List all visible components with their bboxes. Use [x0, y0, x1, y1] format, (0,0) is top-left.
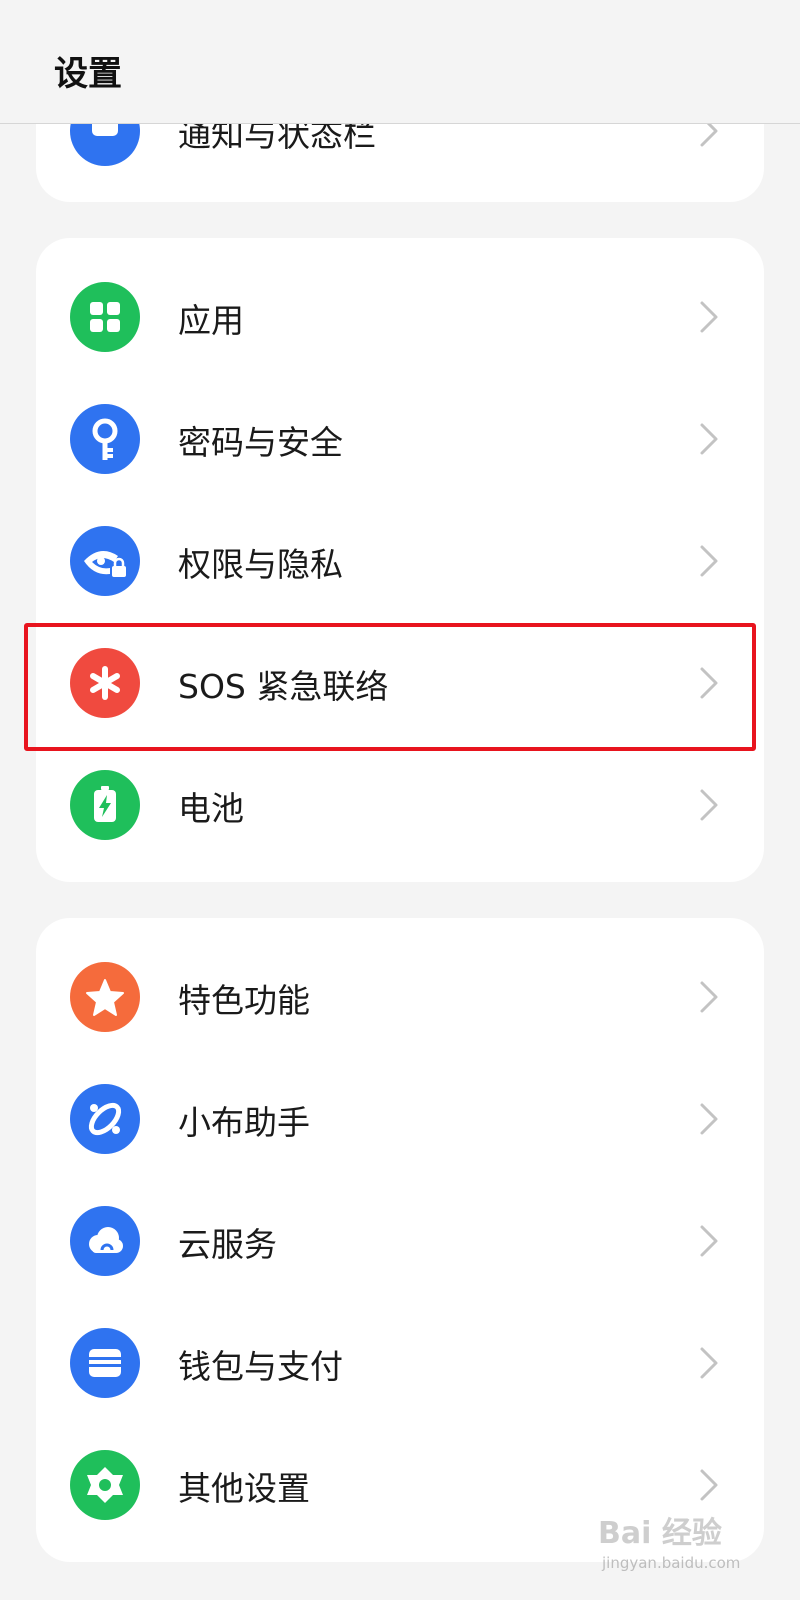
settings-item-label: 应用 [178, 301, 244, 340]
settings-item-label: 电池 [178, 789, 244, 828]
chevron-right-icon [698, 979, 720, 1015]
chevron-right-icon [698, 543, 720, 579]
cloud-icon [70, 1206, 140, 1276]
settings-item-label: 权限与隐私 [178, 545, 343, 584]
settings-item-apps[interactable]: 应用 [36, 256, 764, 378]
settings-group-apps-security: 应用 密码与安全 权限与隐私 SOS 紧急联络 电池 [36, 238, 764, 882]
chevron-right-icon [698, 1101, 720, 1137]
chevron-right-icon [698, 1223, 720, 1259]
apps-grid-icon [70, 282, 140, 352]
settings-item-sos-emergency[interactable]: SOS 紧急联络 [36, 622, 764, 744]
privacy-eye-lock-icon [70, 526, 140, 596]
settings-item-breeno-assistant[interactable]: 小布助手 [36, 1058, 764, 1180]
settings-item-permissions-privacy[interactable]: 权限与隐私 [36, 500, 764, 622]
watermark-brand: Bai 经验 [598, 1516, 722, 1551]
settings-item-label: 密码与安全 [178, 423, 343, 462]
settings-item-label: 钱包与支付 [178, 1347, 343, 1386]
settings-item-wallet-payment[interactable]: 钱包与支付 [36, 1302, 764, 1424]
top-bar: 设置 [0, 0, 800, 124]
settings-item-label: 其他设置 [178, 1469, 310, 1508]
sos-asterisk-icon [70, 648, 140, 718]
key-icon [70, 404, 140, 474]
chevron-right-icon [698, 299, 720, 335]
watermark: Bai 经验 jingyan.baidu.com [598, 1508, 788, 1588]
settings-item-special-features[interactable]: 特色功能 [36, 936, 764, 1058]
chevron-right-icon [698, 1345, 720, 1381]
gear-icon [70, 1450, 140, 1520]
settings-item-cloud-service[interactable]: 云服务 [36, 1180, 764, 1302]
settings-item-label: 云服务 [178, 1225, 277, 1264]
star-icon [70, 962, 140, 1032]
settings-item-label: 小布助手 [178, 1103, 310, 1142]
settings-item-label: SOS 紧急联络 [178, 667, 389, 706]
chevron-right-icon [698, 1467, 720, 1503]
page-title: 设置 [54, 54, 122, 94]
watermark-url: jingyan.baidu.com [602, 1554, 741, 1572]
settings-item-password-security[interactable]: 密码与安全 [36, 378, 764, 500]
chevron-right-icon [698, 787, 720, 823]
chevron-right-icon [698, 421, 720, 457]
chevron-right-icon [698, 665, 720, 701]
wallet-icon [70, 1328, 140, 1398]
assistant-icon [70, 1084, 140, 1154]
settings-group-features: 特色功能 小布助手 云服务 钱包与支付 其他设置 [36, 918, 764, 1562]
settings-item-label: 特色功能 [178, 981, 310, 1020]
settings-item-battery[interactable]: 电池 [36, 744, 764, 866]
battery-icon [70, 770, 140, 840]
